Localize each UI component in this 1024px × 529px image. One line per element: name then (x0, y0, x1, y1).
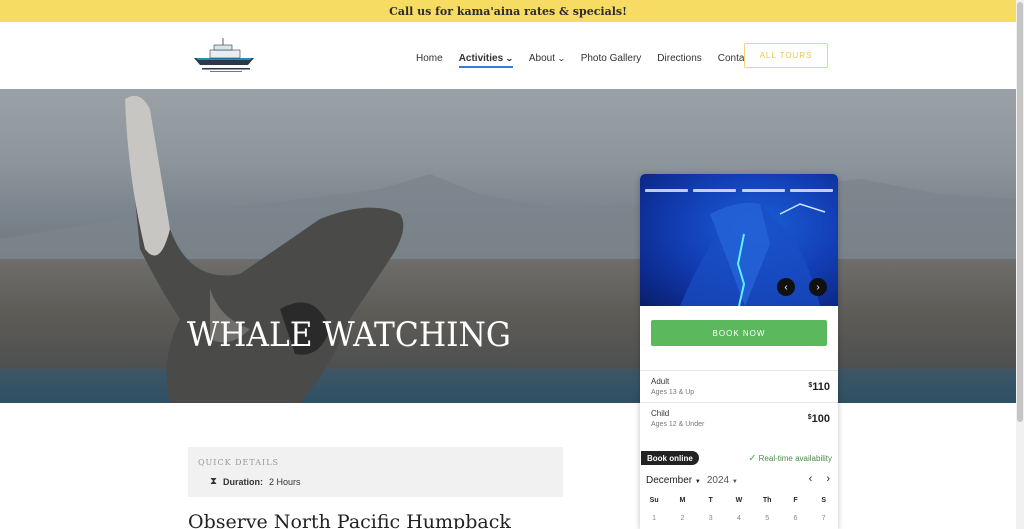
calendar-day[interactable]: 1 (640, 515, 668, 522)
nav-activities[interactable]: Activities ⌄ (458, 53, 514, 68)
nav-home-label: Home (416, 53, 443, 64)
nav-photo-gallery-label: Photo Gallery (580, 53, 642, 64)
hourglass-icon: ⧗ (210, 476, 218, 487)
price-amount: $110 (808, 381, 830, 393)
book-online-badge: Book online (641, 451, 699, 465)
slide-indicator[interactable] (790, 189, 833, 192)
announcement-text: Call us for kama'aina rates & specials! (389, 4, 627, 18)
calendar-header: December ▼ 2024 ▼ (646, 475, 738, 486)
price-ages: Ages 12 & Under (651, 421, 705, 428)
chevron-left-icon[interactable]: ‹ (777, 278, 795, 296)
calendar-day[interactable]: 5 (753, 515, 781, 522)
month-select[interactable]: December ▼ (646, 475, 701, 486)
price-value: 110 (812, 381, 830, 393)
calendar-week-row: 1 2 3 4 5 6 7 (640, 515, 838, 522)
main-nav: Home Activities ⌄ About ⌄ Photo Gallery … (416, 49, 768, 68)
nav-about-label: About (528, 53, 555, 64)
year-select[interactable]: 2024 ▼ (707, 475, 738, 486)
realtime-label: Real-time availability (758, 454, 832, 463)
month-label: December (646, 475, 693, 486)
check-icon: ✓ (748, 453, 757, 464)
weekday: F (793, 497, 798, 504)
weekday: T (708, 497, 713, 504)
calendar-day[interactable]: 6 (781, 515, 809, 522)
slide-indicator[interactable] (645, 189, 688, 192)
weekday-row: Su M T W Th F S (640, 497, 838, 504)
calendar-nav: ‹ › (809, 473, 830, 485)
caret-down-icon: ▼ (731, 479, 738, 485)
price-row-child: Child Ages 12 & Under $100 (640, 402, 838, 434)
hero-title: WHALE WATCHING (187, 315, 511, 355)
realtime-availability: ✓ Real-time availability (748, 453, 832, 464)
price-amount: $100 (808, 413, 830, 425)
chevron-right-icon[interactable]: › (809, 278, 827, 296)
quick-details-title: QUICK DETAILS (198, 458, 279, 467)
scrollbar-thumb[interactable] (1017, 2, 1023, 422)
slide-indicator[interactable] (742, 189, 785, 192)
nav-photo-gallery[interactable]: Photo Gallery (581, 53, 642, 64)
weekday: S (821, 497, 827, 504)
chevron-left-icon[interactable]: ‹ (809, 473, 813, 485)
price-value: 100 (811, 413, 830, 425)
announcement-bar: Call us for kama'aina rates & specials! (0, 0, 1016, 22)
weekday: Th (762, 497, 772, 504)
nav-directions[interactable]: Directions (657, 53, 701, 64)
weekday: W (735, 497, 743, 504)
nav-home[interactable]: Home (416, 53, 443, 64)
calendar-day[interactable]: 4 (725, 515, 753, 522)
duration-value: 2 Hours (269, 476, 301, 487)
calendar-day[interactable]: 7 (810, 515, 838, 522)
duration-label: Duration: (223, 476, 264, 487)
chevron-down-icon: ⌄ (556, 54, 566, 63)
weekday: Su (649, 497, 659, 504)
price-name: Adult (651, 377, 670, 386)
chevron-down-icon: ⌄ (505, 54, 514, 63)
site-header: Home Activities ⌄ About ⌄ Photo Gallery … (0, 22, 1016, 89)
whale-image (125, 95, 404, 403)
hero-banner: WHALE WATCHING (0, 89, 1016, 403)
slide-indicator[interactable] (693, 189, 736, 192)
price-name: Child (651, 409, 670, 418)
nav-about[interactable]: About ⌄ (528, 53, 566, 64)
booking-photo: ‹ › (640, 174, 838, 306)
price-row-adult: Adult Ages 13 & Up $110 (640, 370, 838, 402)
nav-activities-label: Activities (458, 53, 504, 64)
quick-details-box: QUICK DETAILS ⧗ Duration: 2 Hours (188, 447, 563, 497)
price-ages: Ages 13 & Up (651, 389, 695, 396)
calendar-day[interactable]: 2 (668, 515, 696, 522)
book-now-button[interactable]: BOOK NOW (651, 320, 827, 346)
boat-logo[interactable] (188, 36, 264, 76)
calendar-day[interactable]: 3 (697, 515, 725, 522)
page-scrollbar[interactable] (1016, 0, 1024, 529)
section-heading: Observe North Pacific Humpback (188, 511, 511, 529)
booking-widget: ‹ › BOOK NOW Adult Ages 13 & Up $110 Chi… (640, 174, 838, 529)
chevron-right-icon[interactable]: › (826, 473, 830, 485)
weekday: M (679, 497, 686, 504)
duration-row: ⧗ Duration: 2 Hours (210, 476, 301, 487)
all-tours-button[interactable]: ALL TOURS (744, 43, 828, 68)
nav-directions-label: Directions (657, 53, 702, 64)
year-label: 2024 (706, 475, 730, 486)
caret-down-icon: ▼ (694, 479, 701, 485)
